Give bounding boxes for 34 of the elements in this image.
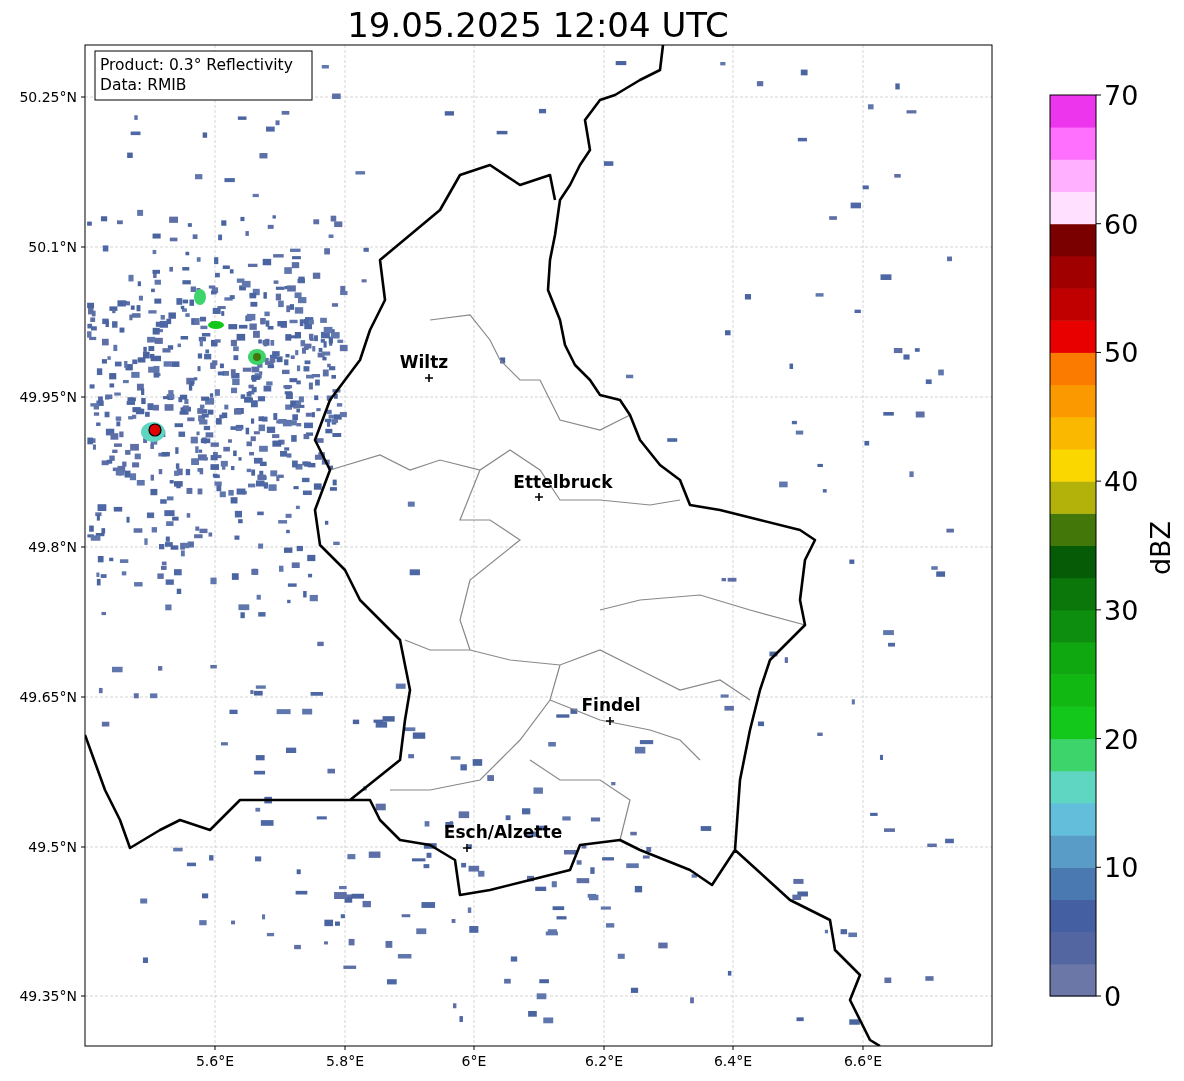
y-tick-label: 49.95°N: [19, 389, 77, 405]
place-label: Wiltz: [399, 352, 449, 372]
x-tick-label: 6.6°E: [843, 1053, 883, 1069]
cross-marker-icon: [424, 373, 434, 383]
y-tick-label: 49.8°N: [28, 539, 77, 555]
place-label: Findel: [581, 695, 641, 715]
x-tick-label: 6°E: [461, 1053, 487, 1069]
cross-marker-icon: [462, 843, 472, 853]
colorbar-tick-label: 20: [1104, 723, 1139, 755]
radar-site-marker: [148, 423, 162, 437]
colorbar-tick-label: 30: [1104, 594, 1139, 626]
y-tick-label: 49.35°N: [19, 988, 77, 1004]
y-tick-label: 50.25°N: [19, 89, 77, 105]
y-tick-label: 50.1°N: [28, 239, 77, 255]
info-text: Data: RMIB: [100, 76, 187, 94]
x-tick-label: 6.4°E: [713, 1053, 753, 1069]
colorbar-tick-label: 60: [1104, 208, 1139, 240]
place-label: Ettelbruck: [513, 472, 613, 492]
x-tick-label: 5.6°E: [195, 1053, 235, 1069]
info-text: Product: 0.3° Reflectivity: [100, 56, 293, 74]
colorbar-tick-label: 40: [1104, 466, 1139, 498]
colorbar-tick-label: 0: [1104, 981, 1122, 1012]
cross-marker-icon: [605, 716, 615, 726]
colorbar-label: dBZ: [1145, 520, 1176, 576]
colorbar-tick-label: 70: [1104, 80, 1139, 111]
place-label: Esch/Alzette: [443, 822, 563, 842]
chart-title: 19.05.2025 12:04 UTC: [347, 5, 729, 45]
colorbar-tick-label: 10: [1104, 852, 1139, 884]
cross-marker-icon: [534, 492, 544, 502]
x-tick-label: 6.2°E: [584, 1053, 624, 1069]
colorbar-tick-label: 50: [1104, 337, 1139, 369]
x-tick-label: 5.8°E: [325, 1053, 365, 1069]
y-tick-label: 49.5°N: [28, 839, 77, 855]
y-tick-label: 49.65°N: [19, 689, 77, 705]
